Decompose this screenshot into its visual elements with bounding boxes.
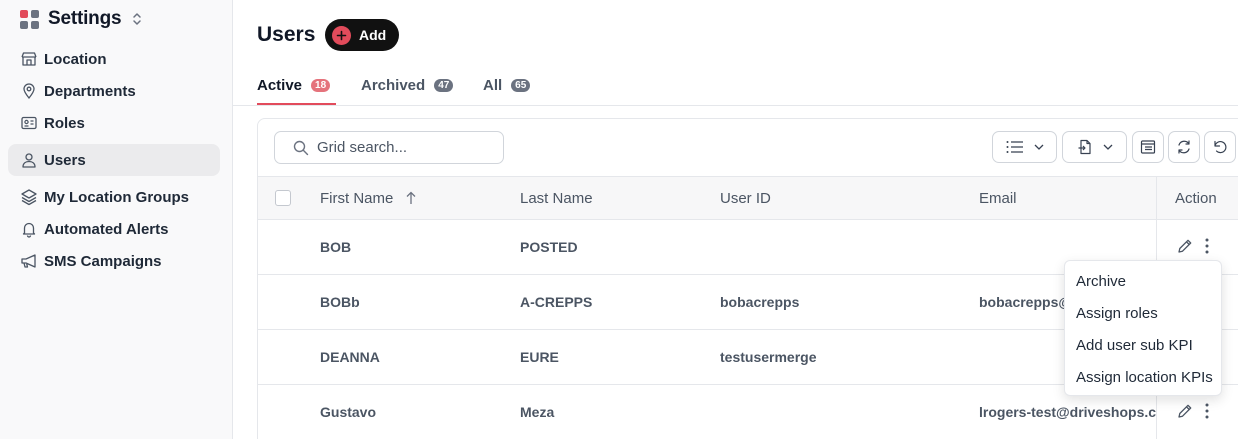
grid-search[interactable] (274, 131, 504, 164)
sidebar-item-my-location-groups[interactable]: My Location Groups (8, 181, 220, 213)
grid-header: First Name Last Name User ID Email Actio… (258, 176, 1238, 220)
tab-all[interactable]: All 65 (483, 74, 531, 105)
reset-icon (1214, 140, 1227, 154)
more-vertical-icon[interactable] (1204, 402, 1210, 420)
tabs-divider (233, 105, 1238, 106)
sidebar-item-label: Departments (44, 82, 136, 100)
sidebar-item-label: Users (44, 151, 86, 169)
column-header-last-name[interactable]: Last Name (520, 190, 593, 207)
cell-user-id: testusermerge (720, 349, 817, 365)
page-title: Users (257, 23, 316, 46)
layers-icon (20, 188, 38, 206)
cell-first-name: BOB (320, 239, 352, 255)
count-badge: 65 (511, 79, 531, 92)
megaphone-icon (20, 252, 38, 270)
search-input[interactable] (317, 139, 497, 156)
column-label: First Name (320, 190, 394, 207)
column-header-email[interactable]: Email (979, 190, 1017, 207)
sidebar-item-label: Roles (44, 114, 85, 132)
export-icon (1078, 139, 1091, 155)
list-view-icon (1006, 141, 1023, 153)
cell-user-id: bobacrepps (720, 294, 800, 310)
sort-ascending-icon (406, 191, 415, 204)
tab-label: All (483, 77, 503, 94)
count-badge: 18 (311, 79, 331, 92)
refresh-button[interactable] (1168, 131, 1200, 163)
column-header-first-name[interactable]: First Name (320, 190, 416, 207)
app-switcher[interactable]: Settings (20, 7, 142, 31)
store-icon (20, 50, 38, 68)
chevron-down-icon (1103, 144, 1112, 150)
tab-label: Active (257, 77, 303, 94)
view-options-button[interactable] (992, 131, 1057, 163)
reset-button[interactable] (1204, 131, 1236, 163)
more-vertical-icon[interactable] (1204, 237, 1210, 255)
cell-last-name: A-CREPPS (520, 294, 593, 310)
row-actions-menu: Archive Assign roles Add user sub KPI As… (1064, 260, 1222, 396)
search-icon (293, 140, 309, 155)
cell-email: lrogers-test@driveshops.c (979, 404, 1157, 420)
sidebar-item-label: My Location Groups (44, 188, 190, 206)
cell-last-name: EURE (520, 349, 559, 365)
user-icon (20, 151, 38, 169)
add-button-label: Add (359, 27, 387, 43)
sidebar-item-label: Location (44, 50, 107, 68)
tab-label: Archived (361, 77, 426, 94)
select-all-checkbox[interactable] (275, 190, 291, 206)
cell-first-name: DEANNA (320, 349, 380, 365)
tab-archived[interactable]: Archived 47 (361, 74, 454, 105)
columns-icon (1140, 140, 1156, 154)
sidebar: Settings Location Departments Roles User… (0, 0, 233, 439)
cell-email: bobacrepps@ (979, 294, 1073, 310)
menu-item-archive[interactable]: Archive (1065, 265, 1221, 297)
menu-item-add-user-sub-kpi[interactable]: Add user sub KPI (1065, 329, 1221, 361)
add-user-button[interactable]: Add (325, 19, 399, 51)
plus-icon (332, 25, 351, 45)
sidebar-item-label: SMS Campaigns (44, 252, 162, 270)
bell-icon (20, 220, 38, 238)
cell-first-name: BOBb (320, 294, 360, 310)
cell-last-name: Meza (520, 404, 555, 420)
menu-item-assign-location-kpis[interactable]: Assign location KPIs (1065, 361, 1221, 393)
cell-first-name: Gustavo (320, 404, 377, 420)
row-actions (1176, 402, 1210, 420)
chevron-up-down-icon (133, 13, 142, 25)
map-pin-icon (20, 82, 38, 100)
cell-last-name: POSTED (520, 239, 578, 255)
refresh-icon (1178, 140, 1190, 154)
id-card-icon (20, 114, 38, 132)
column-header-user-id[interactable]: User ID (720, 190, 771, 207)
sidebar-item-label: Automated Alerts (44, 220, 169, 238)
sidebar-item-automated-alerts[interactable]: Automated Alerts (8, 213, 220, 245)
sidebar-item-departments[interactable]: Departments (8, 75, 220, 107)
export-button[interactable] (1062, 131, 1127, 163)
sidebar-item-location[interactable]: Location (8, 43, 220, 75)
sidebar-item-sms-campaigns[interactable]: SMS Campaigns (8, 245, 220, 277)
row-actions (1176, 237, 1210, 255)
chevron-down-icon (1034, 144, 1043, 150)
sidebar-item-roles[interactable]: Roles (8, 107, 220, 139)
edit-pencil-icon[interactable] (1176, 402, 1194, 420)
menu-item-assign-roles[interactable]: Assign roles (1065, 297, 1221, 329)
tab-active[interactable]: Active 18 (257, 74, 336, 105)
columns-button[interactable] (1132, 131, 1164, 163)
count-badge: 47 (434, 79, 454, 92)
app-logo-icon (20, 9, 39, 29)
sidebar-item-users[interactable]: Users (8, 144, 220, 176)
app-title: Settings (48, 8, 122, 29)
edit-pencil-icon[interactable] (1176, 237, 1194, 255)
